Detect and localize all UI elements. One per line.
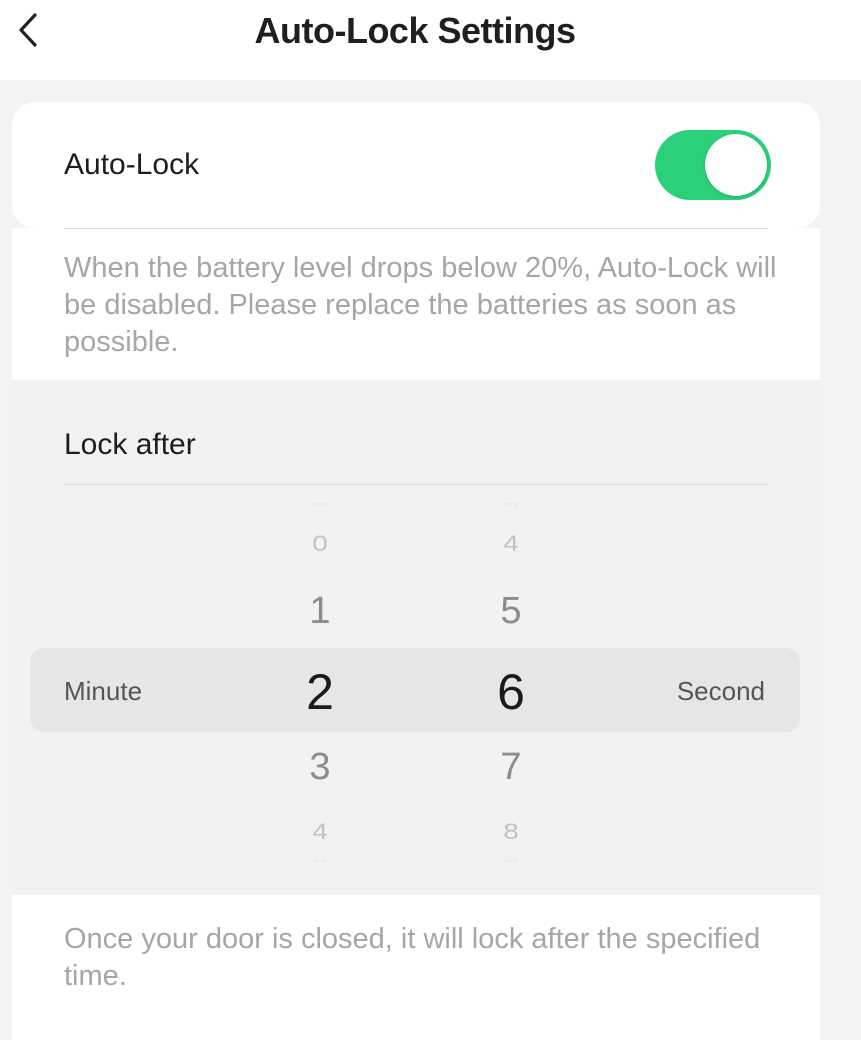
second-option[interactable]: 4 xyxy=(471,531,551,557)
battery-note: When the battery level drops below 20%, … xyxy=(64,252,777,358)
minute-selected-value[interactable]: 2 xyxy=(280,663,360,721)
lock-note-section: Once your door is closed, it will lock a… xyxy=(12,895,820,1040)
picker-edge-mark: ▭ xyxy=(312,501,328,508)
auto-lock-toggle[interactable] xyxy=(655,130,771,200)
divider xyxy=(64,228,768,229)
minute-option[interactable]: 0 xyxy=(280,531,360,557)
battery-note-section: When the battery level drops below 20%, … xyxy=(12,228,820,380)
lock-after-label: Lock after xyxy=(64,428,196,461)
auto-lock-label: Auto-Lock xyxy=(64,148,200,181)
toggle-knob xyxy=(705,134,767,196)
lock-after-card: Lock after Minute Second ▭ 0 1 2 3 4 ▭ ▭… xyxy=(12,380,820,895)
header-bar: Auto-Lock Settings xyxy=(0,0,861,80)
minute-picker[interactable]: ▭ 0 1 2 3 4 ▭ xyxy=(280,500,360,880)
second-selected-value[interactable]: 6 xyxy=(471,663,551,721)
second-picker[interactable]: ▭ 4 5 6 7 8 ▭ xyxy=(471,500,551,880)
lock-note: Once your door is closed, it will lock a… xyxy=(64,923,761,992)
minute-option[interactable]: 1 xyxy=(280,590,360,633)
picker-edge-mark: ▭ xyxy=(312,857,328,864)
minute-option[interactable]: 4 xyxy=(280,819,360,845)
second-unit-label: Second xyxy=(676,676,765,706)
picker-edge-mark: ▭ xyxy=(503,857,519,864)
minute-unit-label: Minute xyxy=(64,676,143,706)
minute-option[interactable]: 3 xyxy=(280,746,360,789)
page-title: Auto-Lock Settings xyxy=(254,10,577,51)
second-option[interactable]: 7 xyxy=(471,746,551,789)
second-option[interactable]: 5 xyxy=(471,590,551,633)
second-option[interactable]: 8 xyxy=(471,819,551,845)
divider xyxy=(64,484,768,485)
auto-lock-card: Auto-Lock xyxy=(12,102,820,228)
picker-edge-mark: ▭ xyxy=(503,501,519,508)
